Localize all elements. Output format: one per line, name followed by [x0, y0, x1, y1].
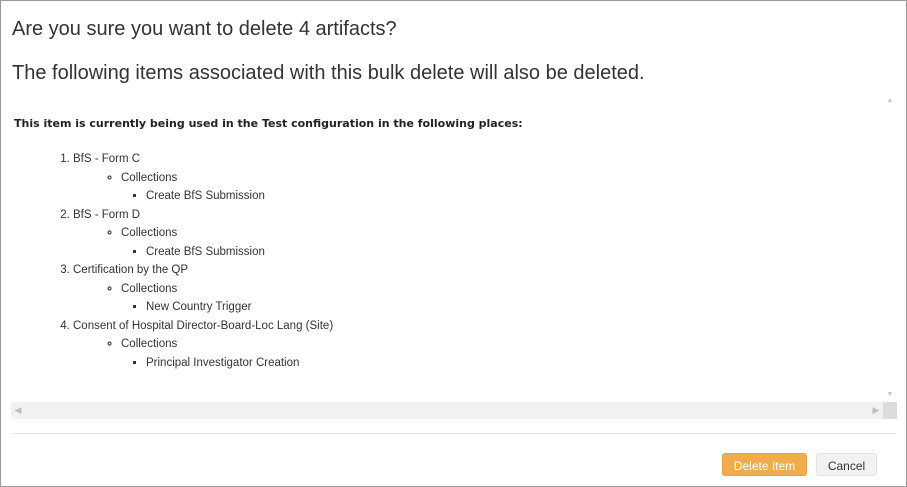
intro-suffix: configuration in the following places:	[287, 117, 523, 130]
list-item: Principal Investigator Creation	[146, 354, 333, 373]
artifact-name: BfS - Form D	[73, 208, 141, 221]
artifact-name: BfS - Form C	[73, 153, 141, 165]
delete-item-button[interactable]: Delete Item	[722, 453, 807, 476]
usage-entry: Create BfS Submission	[146, 245, 265, 258]
usage-group: Collections	[121, 227, 178, 239]
cancel-button[interactable]: Cancel	[816, 453, 877, 476]
scroll-down-icon[interactable]: ▼	[883, 388, 897, 402]
usage-entry: Principal Investigator Creation	[146, 356, 300, 369]
scroll-left-icon[interactable]: ◀	[11, 402, 25, 419]
dialog-subtitle: The following items associated with this…	[12, 62, 645, 84]
scrollbar-corner	[883, 402, 897, 419]
dialog-title: Are you sure you want to delete 4 artifa…	[12, 18, 397, 40]
vertical-scrollbar[interactable]: ▲ ▼	[883, 94, 897, 402]
usage-scroll-area[interactable]: This item is currently being used in the…	[11, 94, 897, 419]
usage-entry: New Country Trigger	[146, 301, 252, 313]
configuration-name: Test	[261, 117, 288, 130]
usage-intro: This item is currently being used in the…	[14, 117, 523, 130]
list-item: Collections Create BfS Submission	[121, 224, 333, 261]
list-item: Collections Create BfS Submission	[121, 169, 333, 206]
usage-entry: Create BfS Submission	[146, 190, 265, 202]
list-item: BfS - Form C Collections Create BfS Subm…	[73, 150, 333, 206]
list-item: Certification by the QP Collections New …	[73, 261, 333, 317]
delete-confirmation-dialog: Are you sure you want to delete 4 artifa…	[0, 0, 907, 487]
usage-group: Collections	[121, 282, 178, 295]
horizontal-scroll-thumb[interactable]	[25, 404, 869, 417]
scroll-up-icon[interactable]: ▲	[883, 94, 897, 108]
list-item: Collections Principal Investigator Creat…	[121, 335, 333, 372]
artifact-name: Certification by the QP	[73, 264, 189, 276]
horizontal-scrollbar[interactable]: ◀ ▶	[11, 402, 883, 419]
usage-content: This item is currently being used in the…	[11, 94, 883, 402]
footer-divider	[11, 433, 896, 434]
list-item: New Country Trigger	[146, 298, 333, 317]
list-item: Collections New Country Trigger	[121, 280, 333, 317]
list-item: Create BfS Submission	[146, 243, 333, 262]
list-item: Consent of Hospital Director-Board-Loc L…	[73, 317, 333, 373]
artifact-name: Consent of Hospital Director-Board-Loc L…	[73, 319, 334, 332]
scroll-right-icon[interactable]: ▶	[869, 402, 883, 419]
usage-group: Collections	[121, 171, 178, 184]
intro-prefix: This item is currently being used in the	[14, 117, 262, 130]
usage-list: BfS - Form C Collections Create BfS Subm…	[43, 150, 333, 372]
usage-group: Collections	[121, 338, 178, 350]
list-item: Create BfS Submission	[146, 187, 333, 206]
list-item: BfS - Form D Collections Create BfS Subm…	[73, 206, 333, 262]
